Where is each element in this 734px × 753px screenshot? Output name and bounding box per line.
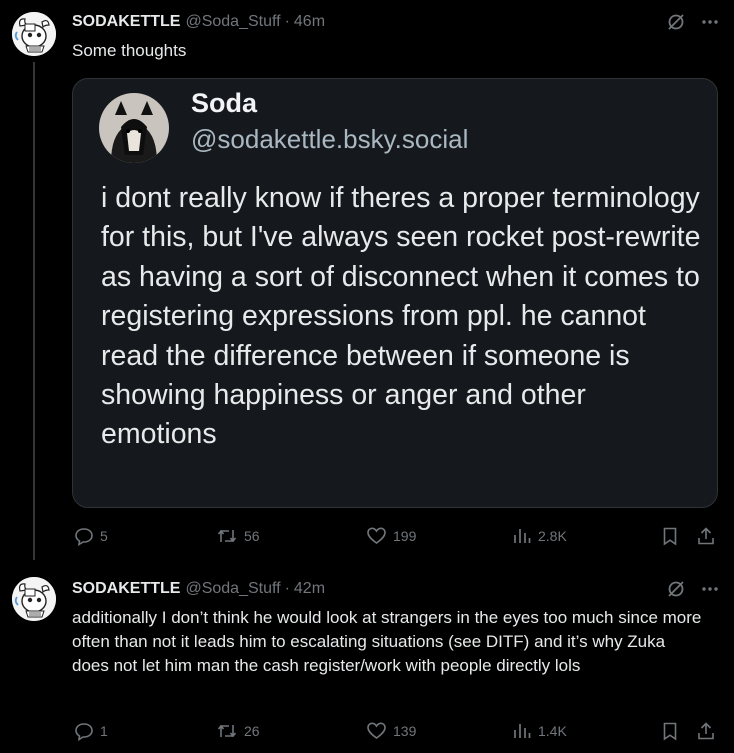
views-count: 1.4K bbox=[538, 723, 567, 739]
bookmark-button[interactable] bbox=[660, 721, 680, 741]
heart-icon bbox=[366, 721, 387, 741]
grok-icon[interactable] bbox=[666, 579, 686, 599]
share-icon bbox=[696, 526, 716, 546]
repost-button[interactable]: 26 bbox=[216, 721, 260, 741]
repost-count: 56 bbox=[244, 528, 260, 544]
thread-line bbox=[33, 62, 35, 560]
post-time[interactable]: 46m bbox=[294, 13, 325, 31]
post[interactable]: SODAKETTLE @Soda_Stuff · 46m Some though… bbox=[0, 0, 734, 565]
post[interactable]: SODAKETTLE @Soda_Stuff · 42m additionall… bbox=[0, 565, 734, 753]
reply-icon bbox=[74, 526, 94, 546]
author-name[interactable]: SODAKETTLE bbox=[72, 580, 180, 598]
post-time[interactable]: 42m bbox=[294, 580, 325, 598]
separator-dot: · bbox=[284, 580, 290, 597]
author-name[interactable]: SODAKETTLE bbox=[72, 13, 180, 31]
author-handle[interactable]: @Soda_Stuff bbox=[185, 13, 280, 31]
views-count: 2.8K bbox=[538, 528, 567, 544]
views-icon bbox=[512, 721, 532, 741]
share-button[interactable] bbox=[696, 721, 716, 741]
quote-avatar[interactable] bbox=[99, 93, 169, 163]
post-header: SODAKETTLE @Soda_Stuff · 46m bbox=[72, 11, 325, 33]
avatar[interactable] bbox=[12, 12, 56, 56]
heart-icon bbox=[366, 526, 387, 546]
repost-icon bbox=[216, 526, 238, 546]
post-header-actions bbox=[666, 579, 720, 599]
post-header: SODAKETTLE @Soda_Stuff · 42m bbox=[72, 578, 325, 600]
like-button[interactable]: 199 bbox=[366, 526, 416, 546]
reply-icon bbox=[74, 721, 94, 741]
bookmark-button[interactable] bbox=[660, 526, 680, 546]
reply-button[interactable]: 5 bbox=[74, 526, 108, 546]
views-icon bbox=[512, 526, 532, 546]
views-button[interactable]: 1.4K bbox=[512, 721, 567, 741]
reply-count: 1 bbox=[100, 723, 108, 739]
action-bar: 5 56 199 2.8K bbox=[72, 526, 720, 550]
repost-button[interactable]: 56 bbox=[216, 526, 260, 546]
views-button[interactable]: 2.8K bbox=[512, 526, 567, 546]
share-button[interactable] bbox=[696, 526, 716, 546]
author-handle[interactable]: @Soda_Stuff bbox=[185, 580, 280, 598]
bookmark-icon bbox=[660, 526, 680, 546]
bookmark-icon bbox=[660, 721, 680, 741]
more-icon[interactable] bbox=[700, 579, 720, 599]
post-header-actions bbox=[666, 12, 720, 32]
repost-count: 26 bbox=[244, 723, 260, 739]
separator-dot: · bbox=[284, 13, 290, 30]
action-bar: 1 26 139 1.4K bbox=[72, 721, 720, 745]
quote-author-handle[interactable]: @sodakettle.bsky.social bbox=[191, 119, 468, 159]
avatar[interactable] bbox=[12, 577, 56, 621]
like-count: 199 bbox=[393, 528, 417, 544]
post-text: Some thoughts bbox=[72, 41, 187, 60]
repost-icon bbox=[216, 721, 238, 741]
reply-button[interactable]: 1 bbox=[74, 721, 108, 741]
like-count: 139 bbox=[393, 723, 417, 739]
quote-text: i dont really know if theres a proper te… bbox=[101, 182, 701, 451]
grok-icon[interactable] bbox=[666, 12, 686, 32]
like-button[interactable]: 139 bbox=[366, 721, 416, 741]
share-icon bbox=[696, 721, 716, 741]
more-icon[interactable] bbox=[700, 12, 720, 32]
quoted-post[interactable]: Soda @sodakettle.bsky.social i dont real… bbox=[72, 78, 718, 508]
reply-count: 5 bbox=[100, 528, 108, 544]
quote-author-name[interactable]: Soda bbox=[191, 83, 257, 123]
post-text: additionally I don’t think he would look… bbox=[72, 608, 702, 675]
